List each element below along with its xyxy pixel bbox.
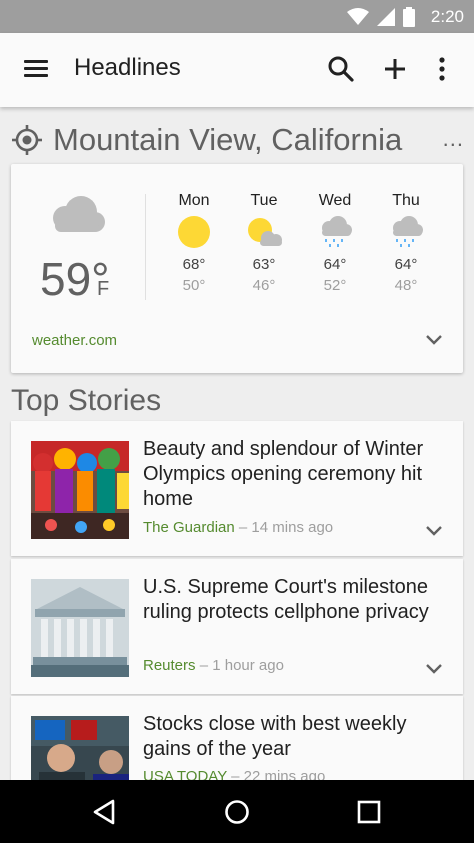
rain-icon <box>393 216 423 247</box>
system-nav-bar <box>0 780 474 843</box>
day-low: 46° <box>252 277 276 294</box>
day-high: 68° <box>182 256 206 273</box>
day-high: 63° <box>252 256 276 273</box>
forecast-day: Tue 63° 46° <box>234 192 294 294</box>
day-high: 64° <box>323 256 347 273</box>
wifi-icon <box>346 8 369 25</box>
temperature-unit: F <box>97 278 110 300</box>
day-low: 48° <box>394 277 418 294</box>
story-source[interactable]: Reuters <box>143 657 196 674</box>
search-icon[interactable] <box>327 55 355 83</box>
chevron-down-icon[interactable] <box>425 334 443 346</box>
weather-card[interactable]: 59° F Mon 68° 50° Tue 63° 46° Wed 64° 52 <box>11 164 463 373</box>
day-low: 50° <box>182 277 206 294</box>
rain-icon <box>322 216 352 247</box>
weather-source-link[interactable]: weather.com <box>32 332 117 349</box>
sun-icon <box>178 216 210 248</box>
day-high: 64° <box>394 256 418 273</box>
recents-icon[interactable] <box>353 796 385 828</box>
menu-icon[interactable] <box>22 57 50 81</box>
day-name: Tue <box>250 192 278 209</box>
story-meta: Reuters – 1 hour ago <box>143 657 284 674</box>
location-header: Mountain View, California ... <box>0 118 474 162</box>
cell-signal-icon <box>376 8 395 26</box>
day-low: 52° <box>323 277 347 294</box>
forecast-day: Thu 64° 48° <box>376 192 436 294</box>
location-more-button[interactable]: ... <box>443 126 464 152</box>
page-title: Headlines <box>74 54 181 81</box>
story-image <box>31 579 129 677</box>
day-name: Mon <box>178 192 210 209</box>
story-headline[interactable]: Stocks close with best weekly gains of t… <box>143 712 443 762</box>
chevron-down-icon[interactable] <box>425 525 443 537</box>
battery-icon <box>402 7 415 27</box>
location-name: Mountain View, California <box>53 122 403 157</box>
section-title: Top Stories <box>11 384 162 417</box>
home-icon[interactable] <box>221 796 253 828</box>
partly-cloudy-icon <box>248 218 282 246</box>
story-headline[interactable]: U.S. Supreme Court's milestone ruling pr… <box>143 575 443 625</box>
day-name: Wed <box>318 192 352 209</box>
status-time: 2:20 <box>430 7 464 26</box>
day-name: Thu <box>392 192 420 209</box>
forecast-day: Wed 64° 52° <box>305 192 365 294</box>
story-image <box>31 441 129 539</box>
story-headline[interactable]: Beauty and splendour of Winter Olympics … <box>143 437 443 512</box>
location-target-icon <box>12 125 42 155</box>
app-bar: Headlines <box>0 33 474 107</box>
story-card[interactable]: U.S. Supreme Court's milestone ruling pr… <box>11 559 463 694</box>
status-bar: 2:20 <box>0 0 474 33</box>
story-meta: The Guardian – 14 mins ago <box>143 519 333 536</box>
status-icons: 2:20 <box>346 5 464 29</box>
story-time: – 1 hour ago <box>199 657 284 674</box>
add-icon[interactable] <box>381 55 409 83</box>
back-icon[interactable] <box>89 796 121 828</box>
story-time: – 14 mins ago <box>238 519 334 536</box>
chevron-down-icon[interactable] <box>425 663 443 675</box>
overflow-menu-icon[interactable] <box>428 55 456 83</box>
story-source[interactable]: The Guardian <box>143 519 235 536</box>
story-card[interactable]: Beauty and splendour of Winter Olympics … <box>11 421 463 556</box>
forecast-day: Mon 68° 50° <box>164 192 224 294</box>
cloud-icon <box>53 196 105 232</box>
divider <box>145 194 146 300</box>
